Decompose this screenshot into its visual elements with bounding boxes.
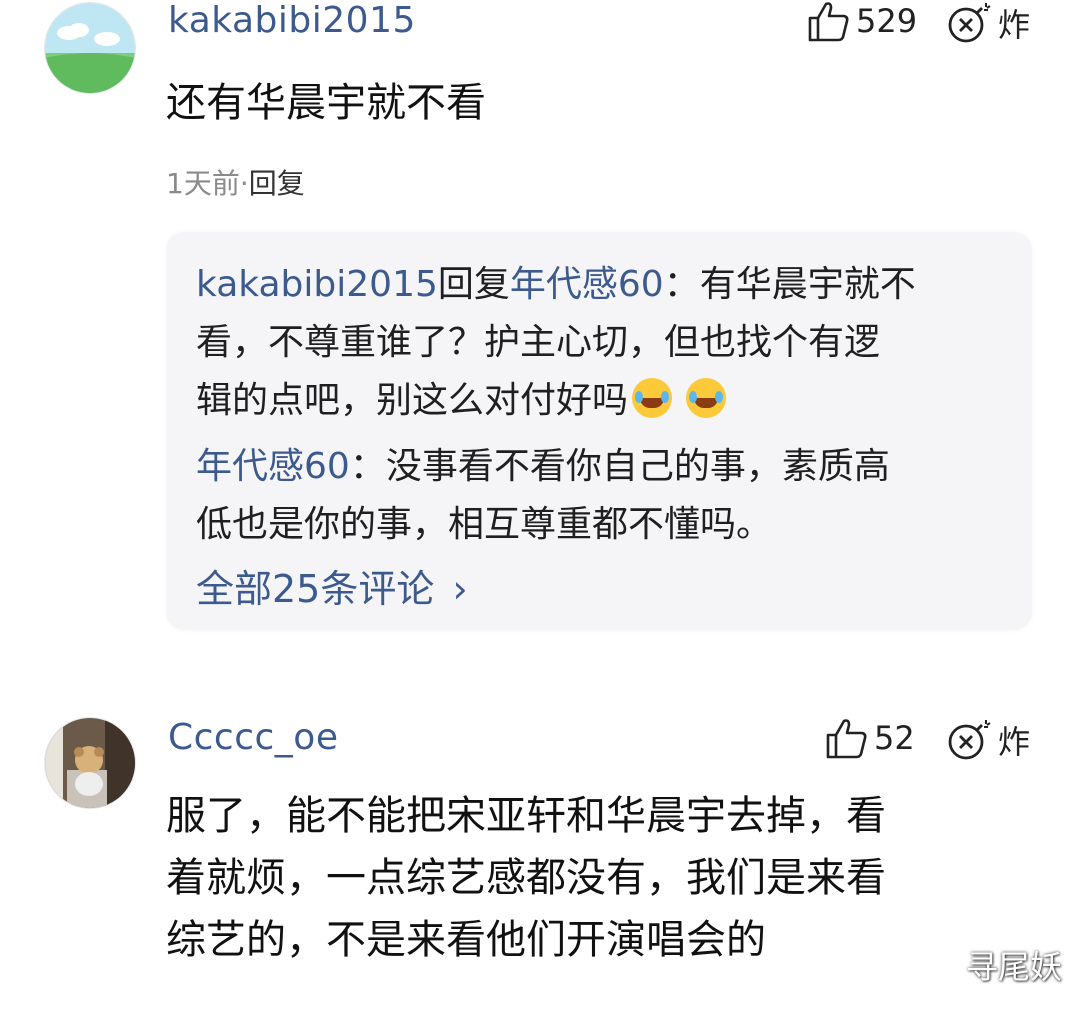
bomb-icon <box>948 720 991 760</box>
like-count: 52 <box>874 719 915 757</box>
reply-author[interactable]: kakabibi2015 <box>196 264 438 305</box>
separator: · <box>239 167 249 200</box>
like-button[interactable]: 52 <box>824 717 915 759</box>
reply-word: 回复 <box>437 264 510 305</box>
laughing-crying-emoji <box>686 378 727 418</box>
timestamp: 1天前 <box>166 167 240 200</box>
avatar[interactable] <box>44 717 136 809</box>
reply-colon: ： <box>349 446 386 487</box>
reply-target[interactable]: 年代感60 <box>510 264 664 305</box>
like-button[interactable]: 529 <box>806 0 917 42</box>
comment-1: kakabibi2015 529 炸 还有华晨宇就不看 1天前·回复 kakab… <box>0 0 1080 660</box>
all-comments-link[interactable]: 全部25条评论 › <box>196 558 468 613</box>
bomb-button[interactable]: 炸 <box>946 717 1030 763</box>
bomb-label: 炸 <box>998 6 1031 44</box>
reply-text-line-1: 没事看不看你自己的事，素质高 <box>385 446 890 487</box>
username[interactable]: Ccccc_oe <box>168 717 338 758</box>
comment-text: 还有华晨宇就不看 <box>166 80 486 126</box>
bomb-label: 炸 <box>998 723 1031 761</box>
comment-text: 服了，能不能把宋亚轩和华晨宇去掉，看 着就烦，一点综艺感都没有，我们是来看 综艺… <box>166 785 886 971</box>
username[interactable]: kakabibi2015 <box>168 0 416 41</box>
bomb-icon <box>948 3 991 43</box>
comment-text-line-1: 服了，能不能把宋亚轩和华晨宇去掉，看 <box>166 793 886 839</box>
reply-1: kakabibi2015回复年代感60：有华晨宇就不 看，不尊重谁了？护主心切，… <box>196 256 1006 430</box>
comment-text-line-3: 综艺的，不是来看他们开演唱会的 <box>166 917 766 963</box>
reply-text-line-1: 有华晨宇就不 <box>699 264 916 305</box>
watermark: 寻尾妖 <box>965 948 1062 986</box>
reply-2: 年代感60：没事看不看你自己的事，素质高 低也是你的事，相互尊重都不懂吗。 <box>196 438 1006 554</box>
thumbs-up-icon <box>808 2 849 42</box>
chevron-right-icon: › <box>452 567 468 611</box>
avatar-figure-icon <box>45 718 135 808</box>
reply-colon: ： <box>663 264 700 305</box>
avatar[interactable] <box>44 2 136 94</box>
bomb-button[interactable]: 炸 <box>946 0 1030 46</box>
reply-author[interactable]: 年代感60 <box>196 446 350 487</box>
comment-text-line-2: 着就烦，一点综艺感都没有，我们是来看 <box>166 855 886 901</box>
comment-2: Ccccc_oe 52 炸 服了，能不能把宋亚轩和华晨宇去掉，看 着就烦，一点综… <box>0 715 1080 1010</box>
all-comments-label: 全部25条评论 <box>196 567 435 611</box>
reply-text-line-3: 辑的点吧，别这么对付好吗 <box>196 380 629 421</box>
thumbs-up-icon <box>826 719 867 759</box>
avatar-landscape-icon <box>45 3 135 93</box>
like-count: 529 <box>856 2 918 40</box>
reply-link[interactable]: 回复 <box>249 167 305 200</box>
laughing-crying-emoji <box>632 378 673 418</box>
reply-text-line-2: 看，不尊重谁了？护主心切，但也找个有逻 <box>196 322 881 363</box>
reply-text-line-2: 低也是你的事，相互尊重都不懂吗。 <box>196 504 773 545</box>
reply-thread: kakabibi2015回复年代感60：有华晨宇就不 看，不尊重谁了？护主心切，… <box>166 232 1032 630</box>
comment-meta: 1天前·回复 <box>166 162 305 202</box>
